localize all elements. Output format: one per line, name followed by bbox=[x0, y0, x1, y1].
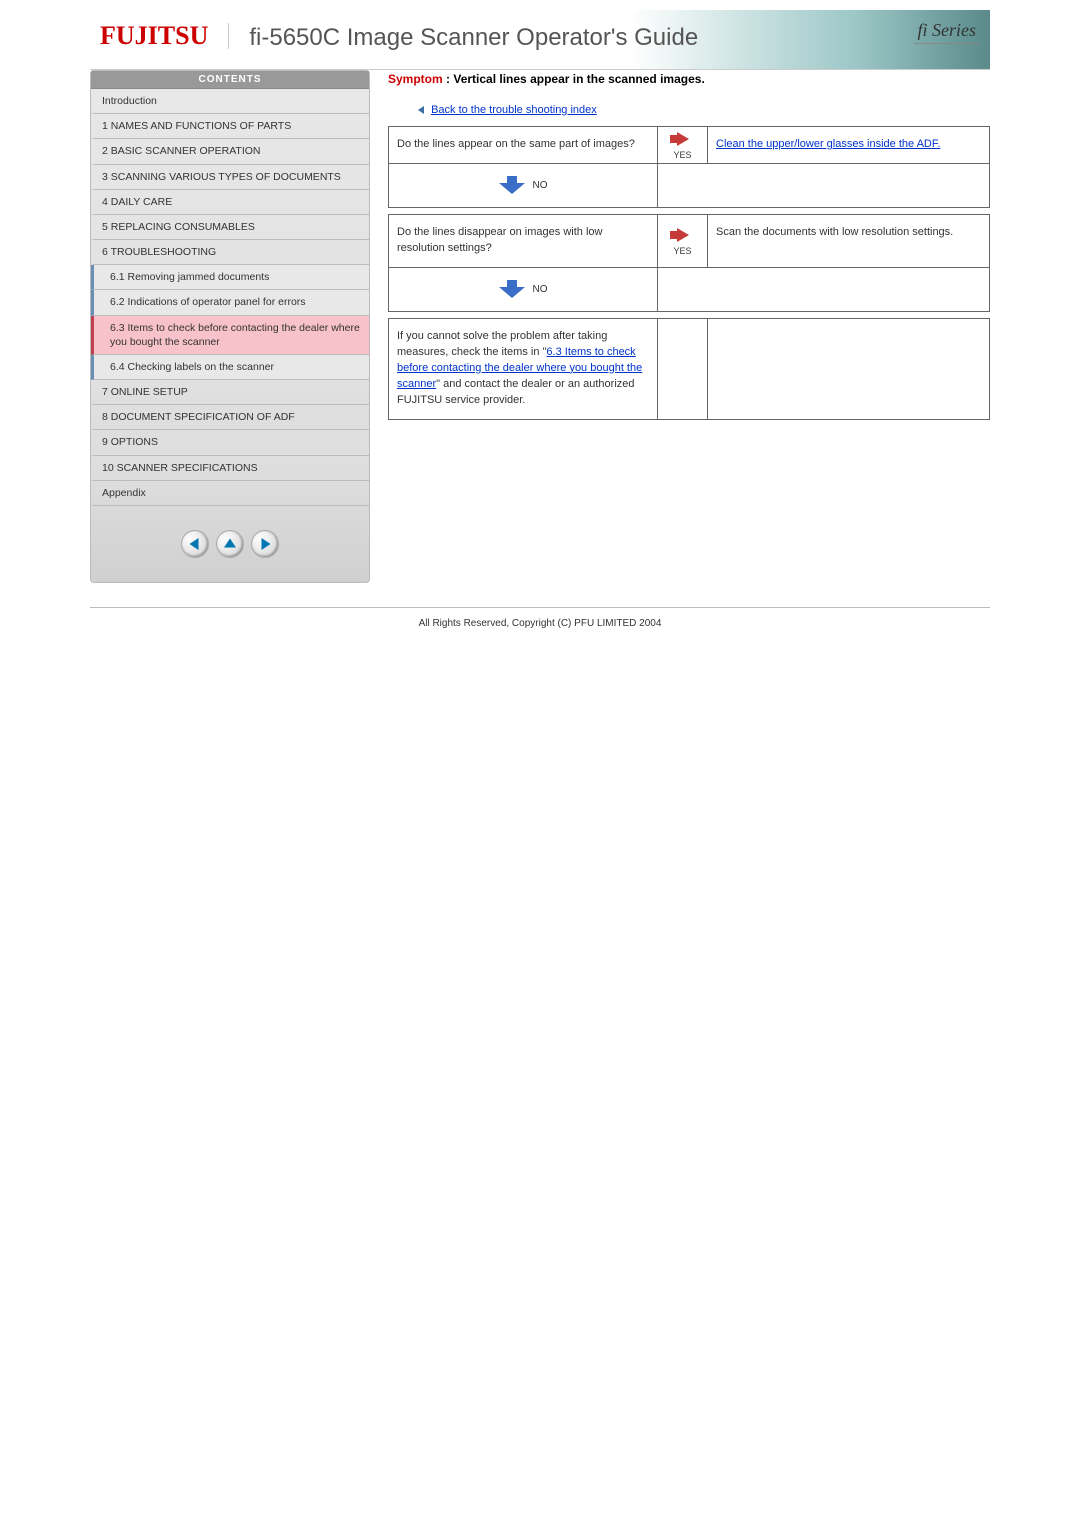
nav-chapter-8[interactable]: 8 DOCUMENT SPECIFICATION OF ADF bbox=[91, 405, 369, 430]
answer-1: Clean the upper/lower glasses inside the… bbox=[708, 126, 990, 164]
yes-arrow-1: YES bbox=[658, 126, 708, 164]
spacer bbox=[658, 164, 990, 208]
spacer bbox=[708, 318, 990, 420]
nav-chapter-6[interactable]: 6 TROUBLESHOOTING bbox=[91, 240, 369, 265]
nav-6-4[interactable]: 6.4 Checking labels on the scanner bbox=[91, 355, 369, 380]
fujitsu-logo: FUJITSU bbox=[90, 23, 229, 49]
nav-chapter-4[interactable]: 4 DAILY CARE bbox=[91, 190, 369, 215]
answer-2: Scan the documents with low resolution s… bbox=[708, 214, 990, 268]
nav-controls bbox=[91, 506, 369, 558]
arrow-down-icon bbox=[499, 280, 525, 298]
nav-6-2[interactable]: 6.2 Indications of operator panel for er… bbox=[91, 290, 369, 315]
page-title: fi-5650C Image Scanner Operator's Guide bbox=[229, 24, 698, 52]
nav-chapter-2[interactable]: 2 BASIC SCANNER OPERATION bbox=[91, 139, 369, 164]
nav-appendix[interactable]: Appendix bbox=[91, 481, 369, 506]
back-to-index-link[interactable]: Back to the trouble shooting index bbox=[431, 104, 597, 116]
final-step: If you cannot solve the problem after ta… bbox=[388, 318, 658, 420]
page-footer: All Rights Reserved, Copyright (C) PFU L… bbox=[90, 607, 990, 629]
arrow-down-icon bbox=[499, 176, 525, 194]
symptom-heading: Symptom : Vertical lines appear in the s… bbox=[388, 72, 990, 86]
spacer bbox=[658, 268, 990, 312]
yes-label-1: YES bbox=[673, 150, 691, 160]
nav-chapter-7[interactable]: 7 ONLINE SETUP bbox=[91, 380, 369, 405]
prev-page-button[interactable] bbox=[181, 530, 209, 558]
page-header: FUJITSU fi-5650C Image Scanner Operator'… bbox=[90, 10, 990, 70]
main-content: Symptom : Vertical lines appear in the s… bbox=[388, 70, 990, 420]
troubleshoot-flow: Do the lines appear on the same part of … bbox=[388, 126, 990, 420]
nav-chapter-10[interactable]: 10 SCANNER SPECIFICATIONS bbox=[91, 456, 369, 481]
contents-header: CONTENTS bbox=[91, 71, 369, 89]
arrow-right-icon bbox=[677, 132, 689, 146]
top-page-button[interactable] bbox=[216, 530, 244, 558]
no-arrow-2: NO bbox=[388, 268, 658, 312]
yes-label-2: YES bbox=[673, 246, 691, 256]
nav-chapter-3[interactable]: 3 SCANNING VARIOUS TYPES OF DOCUMENTS bbox=[91, 165, 369, 190]
question-2: Do the lines disappear on images with lo… bbox=[388, 214, 658, 268]
arrow-right-icon bbox=[677, 228, 689, 242]
nav-6-1[interactable]: 6.1 Removing jammed documents bbox=[91, 265, 369, 290]
next-page-button[interactable] bbox=[251, 530, 279, 558]
no-label-2: NO bbox=[533, 284, 548, 295]
nav-introduction[interactable]: Introduction bbox=[91, 89, 369, 114]
answer-1-link[interactable]: Clean the upper/lower glasses inside the… bbox=[716, 138, 940, 150]
yes-arrow-2: YES bbox=[658, 214, 708, 268]
question-1: Do the lines appear on the same part of … bbox=[388, 126, 658, 164]
fi-series-badge: fi Series bbox=[914, 20, 981, 44]
nav-6-3[interactable]: 6.3 Items to check before contacting the… bbox=[91, 316, 369, 355]
nav-chapter-9[interactable]: 9 OPTIONS bbox=[91, 430, 369, 455]
sidebar: CONTENTS Introduction 1 NAMES AND FUNCTI… bbox=[90, 70, 370, 583]
no-arrow-1: NO bbox=[388, 164, 658, 208]
symptom-label: Symptom bbox=[388, 72, 443, 86]
back-arrow-icon bbox=[418, 106, 424, 114]
symptom-text: : Vertical lines appear in the scanned i… bbox=[443, 72, 705, 86]
nav-chapter-1[interactable]: 1 NAMES AND FUNCTIONS OF PARTS bbox=[91, 114, 369, 139]
spacer bbox=[658, 318, 708, 420]
no-label-1: NO bbox=[533, 180, 548, 191]
nav-chapter-5[interactable]: 5 REPLACING CONSUMABLES bbox=[91, 215, 369, 240]
